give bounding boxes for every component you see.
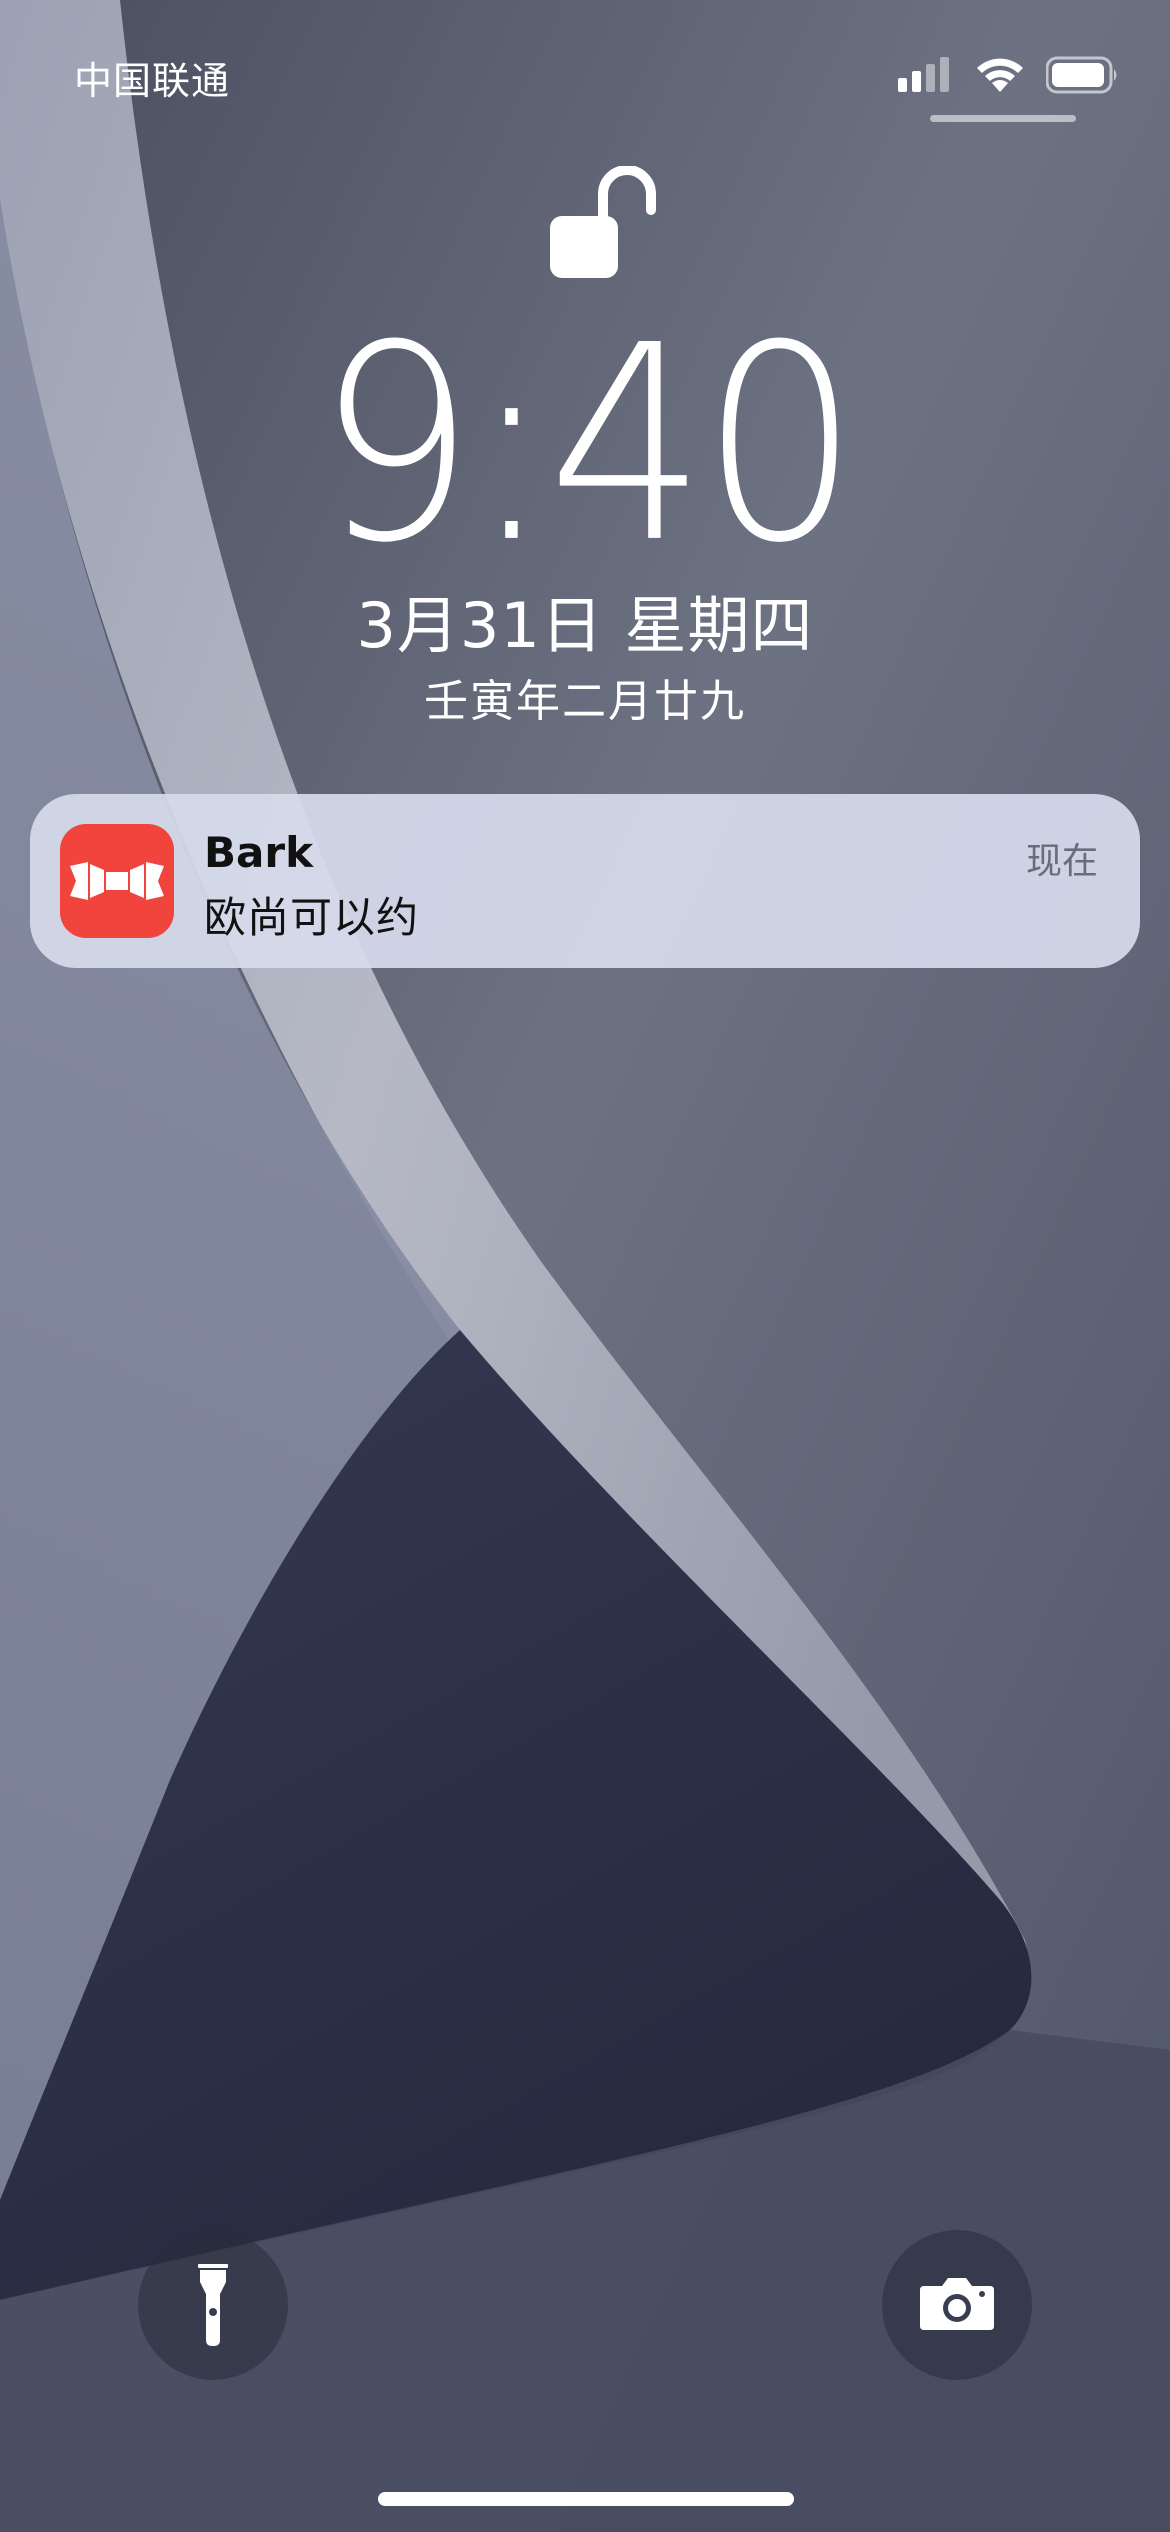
- status-icons: [898, 52, 1120, 98]
- battery-icon: [1046, 56, 1117, 94]
- notification-card[interactable]: Bark 欧尚可以约 现在: [30, 794, 1140, 968]
- bark-app-icon: [60, 824, 174, 938]
- lock-screen-date: 3月31日 星期四: [356, 589, 814, 662]
- camera-button[interactable]: [882, 2230, 1032, 2380]
- unlocked-padlock-icon: [550, 166, 656, 278]
- lunar-date: 壬寅年二月廿九: [424, 676, 746, 727]
- notification-message: 欧尚可以约: [204, 893, 420, 942]
- flashlight-icon: [198, 2264, 228, 2346]
- lock-screen-time: 9:40: [316, 287, 859, 602]
- wifi-icon: [977, 58, 1023, 92]
- cellular-signal-icon: [898, 57, 949, 92]
- notification-app-name: Bark: [204, 828, 313, 877]
- flashlight-button[interactable]: [138, 2230, 288, 2380]
- status-bar: 中国联通: [0, 0, 1170, 140]
- control-center-indicator[interactable]: [930, 115, 1076, 122]
- notification-time: 现在: [1025, 841, 1098, 882]
- home-indicator[interactable]: [378, 2492, 794, 2506]
- camera-icon: [920, 2278, 994, 2330]
- carrier-label: 中国联通: [74, 59, 231, 103]
